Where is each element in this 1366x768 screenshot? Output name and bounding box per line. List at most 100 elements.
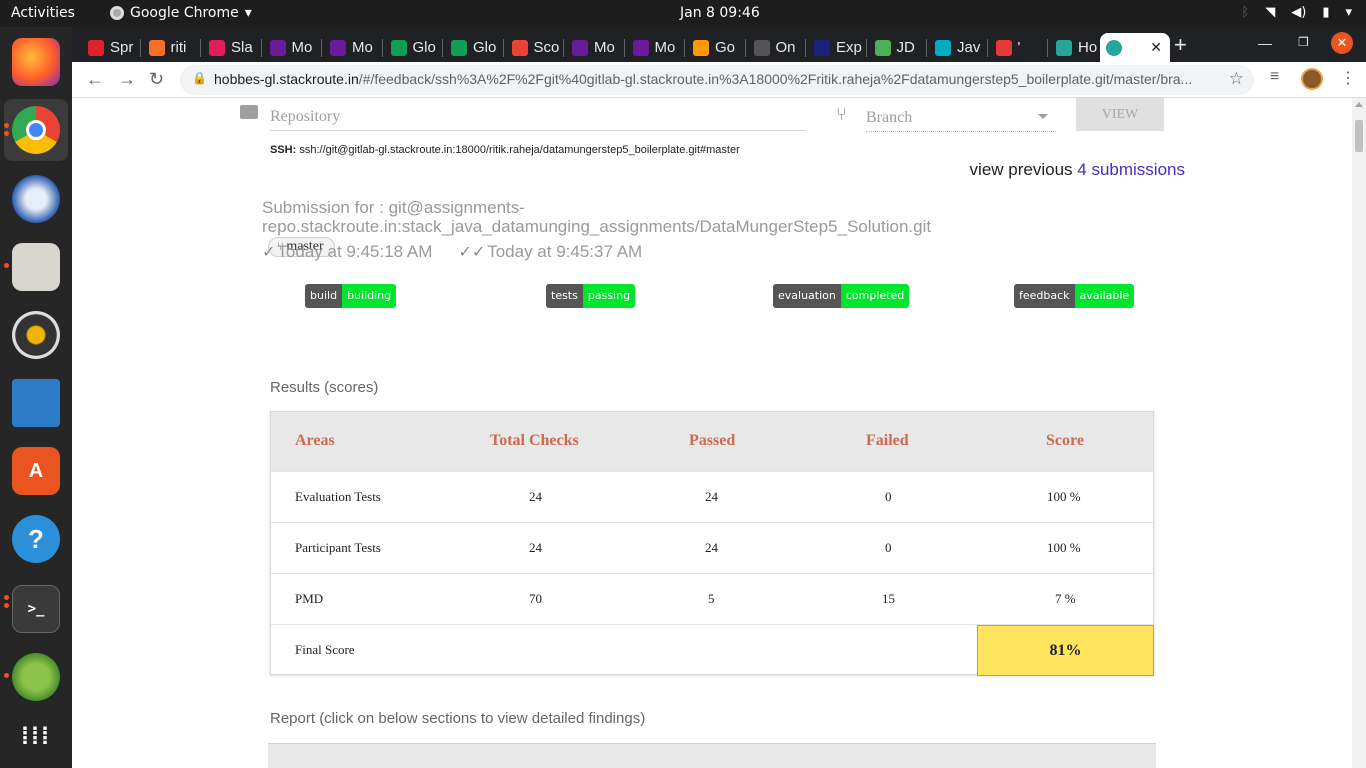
- tab[interactable]: Ho: [1050, 33, 1106, 62]
- close-window-icon[interactable]: ✕: [1331, 32, 1353, 54]
- back-icon[interactable]: ←: [86, 69, 104, 90]
- badge-evaluation: evaluation completed: [773, 284, 910, 308]
- tab[interactable]: Mo: [627, 33, 683, 62]
- clock[interactable]: Jan 8 09:46: [680, 5, 760, 21]
- tab-separator: [623, 39, 625, 57]
- tab[interactable]: Spr: [82, 33, 138, 62]
- tab[interactable]: riti: [143, 33, 199, 62]
- page-scrollbar[interactable]: [1352, 98, 1366, 768]
- tab-active[interactable]: ✕: [1100, 33, 1170, 62]
- tab[interactable]: Exp: [808, 33, 864, 62]
- tab-separator: [381, 39, 383, 57]
- header-areas: Areas: [295, 432, 335, 449]
- badge-build: build building: [305, 284, 397, 308]
- score-cell: 100 %: [1047, 489, 1081, 504]
- avatar[interactable]: [1301, 68, 1323, 90]
- tab-label: Sco: [533, 39, 560, 56]
- double-check-icon: ✓✓: [458, 244, 486, 261]
- scroll-up-icon[interactable]: [1355, 102, 1363, 107]
- tab-separator: [865, 39, 867, 57]
- tab[interactable]: Sco: [506, 33, 562, 62]
- header-failed: Failed: [866, 432, 909, 449]
- thunderbird-icon[interactable]: [12, 175, 60, 223]
- help-icon[interactable]: ?: [12, 515, 60, 563]
- volume-icon: ◀): [1291, 5, 1307, 20]
- apps-grid-icon[interactable]: ⁞⁞⁞: [12, 713, 60, 761]
- url-text[interactable]: hobbes-gl.stackroute.in/#/feedback/ssh%3…: [214, 71, 1214, 87]
- running-indicator: [4, 263, 9, 268]
- activities-button[interactable]: Activities: [11, 5, 75, 21]
- tab[interactable]: JD: [869, 33, 925, 62]
- bookmark-star-icon[interactable]: ☆: [1229, 69, 1244, 89]
- tab[interactable]: On: [748, 33, 804, 62]
- total-cell: 70: [529, 591, 542, 606]
- tab[interactable]: Mo: [324, 33, 380, 62]
- software-icon[interactable]: A: [12, 447, 60, 495]
- tab[interactable]: Jav: [929, 33, 985, 62]
- tab-favicon-icon: [995, 39, 1012, 56]
- dock: A ? >_ ⁞⁞⁞: [0, 27, 72, 768]
- report-section[interactable]: [268, 743, 1156, 768]
- tab-label: Mo: [291, 39, 313, 56]
- running-indicator: [4, 673, 9, 678]
- tab-label: Mo: [654, 39, 676, 56]
- badge-label: feedback: [1014, 284, 1075, 308]
- tab-separator: [502, 39, 504, 57]
- files-icon[interactable]: [12, 243, 60, 291]
- previous-submissions-link[interactable]: 4 submissions: [1077, 160, 1185, 179]
- chrome-icon[interactable]: [12, 106, 60, 154]
- tab[interactable]: Glo: [385, 33, 441, 62]
- completed-time-text: Today at 9:45:37 AM: [487, 242, 643, 261]
- header-total-checks: Total Checks: [490, 432, 579, 449]
- tab[interactable]: Sla: [203, 33, 259, 62]
- bluetooth-icon: ᛒ: [1241, 5, 1250, 20]
- tab-favicon-icon: [814, 39, 830, 56]
- tab[interactable]: Go: [687, 33, 743, 62]
- failed-cell: 0: [885, 489, 892, 504]
- new-tab-button[interactable]: +: [1174, 32, 1187, 58]
- maximize-icon[interactable]: ❐: [1298, 35, 1309, 49]
- tab-separator: [563, 39, 564, 57]
- reload-icon[interactable]: ↻: [149, 69, 164, 90]
- wifi-icon: ◥: [1265, 5, 1276, 20]
- tab-separator: [1047, 39, 1048, 57]
- scrollbar-thumb[interactable]: [1355, 120, 1363, 152]
- tab[interactable]: Glo: [445, 33, 501, 62]
- passed-cell: 24: [705, 489, 718, 504]
- tab-label: On: [775, 39, 796, 56]
- address-bar[interactable]: 🔒 hobbes-gl.stackroute.in/#/feedback/ssh…: [180, 65, 1254, 95]
- branch-select[interactable]: Branch: [866, 98, 1056, 132]
- previous-submissions: view previous 4 submissions: [970, 160, 1185, 180]
- ssh-url: ssh://git@gitlab-gl.stackroute.in:18000/…: [299, 144, 740, 156]
- system-tray[interactable]: ᛒ ◥ ◀) ▮ ▾: [1241, 5, 1352, 20]
- total-cell: 24: [529, 489, 542, 504]
- tab[interactable]: Mo: [264, 33, 320, 62]
- writer-icon[interactable]: [12, 379, 60, 427]
- spring-icon[interactable]: [12, 653, 60, 701]
- tab-label: JD: [896, 39, 915, 56]
- submitted-time-text: Today at 9:45:18 AM: [277, 242, 433, 261]
- rhythmbox-icon[interactable]: [12, 311, 60, 359]
- terminal-icon[interactable]: >_: [12, 585, 60, 633]
- table-row: Participant Tests 24 24 0 100 %: [271, 522, 1153, 573]
- tab-separator: [200, 39, 201, 57]
- tab-favicon-icon: [753, 39, 770, 56]
- tab[interactable]: Mo: [566, 33, 622, 62]
- tab[interactable]: ': [990, 33, 1046, 62]
- minimize-icon[interactable]: —: [1258, 35, 1272, 51]
- app-menu[interactable]: Google Chrome ▾: [110, 5, 252, 21]
- repository-input[interactable]: Repository: [270, 98, 806, 131]
- forward-icon[interactable]: →: [118, 69, 136, 90]
- app-name: Google Chrome: [130, 5, 239, 21]
- ssh-line: SSH: ssh://git@gitlab-gl.stackroute.in:1…: [270, 144, 740, 156]
- menu-icon[interactable]: ⋮: [1340, 68, 1356, 88]
- tab-label: Exp: [836, 39, 862, 56]
- close-tab-icon[interactable]: ✕: [1150, 39, 1162, 56]
- badge-tests: tests passing: [546, 284, 636, 308]
- tab-separator: [744, 39, 746, 57]
- results-table: Areas Total Checks Passed Failed Score E…: [270, 411, 1154, 676]
- firefox-icon[interactable]: [12, 38, 60, 86]
- media-controls-icon[interactable]: ≡: [1270, 68, 1279, 86]
- view-button[interactable]: VIEW: [1076, 98, 1164, 131]
- submission-text: Submission for : git@assignments-repo.st…: [262, 198, 932, 236]
